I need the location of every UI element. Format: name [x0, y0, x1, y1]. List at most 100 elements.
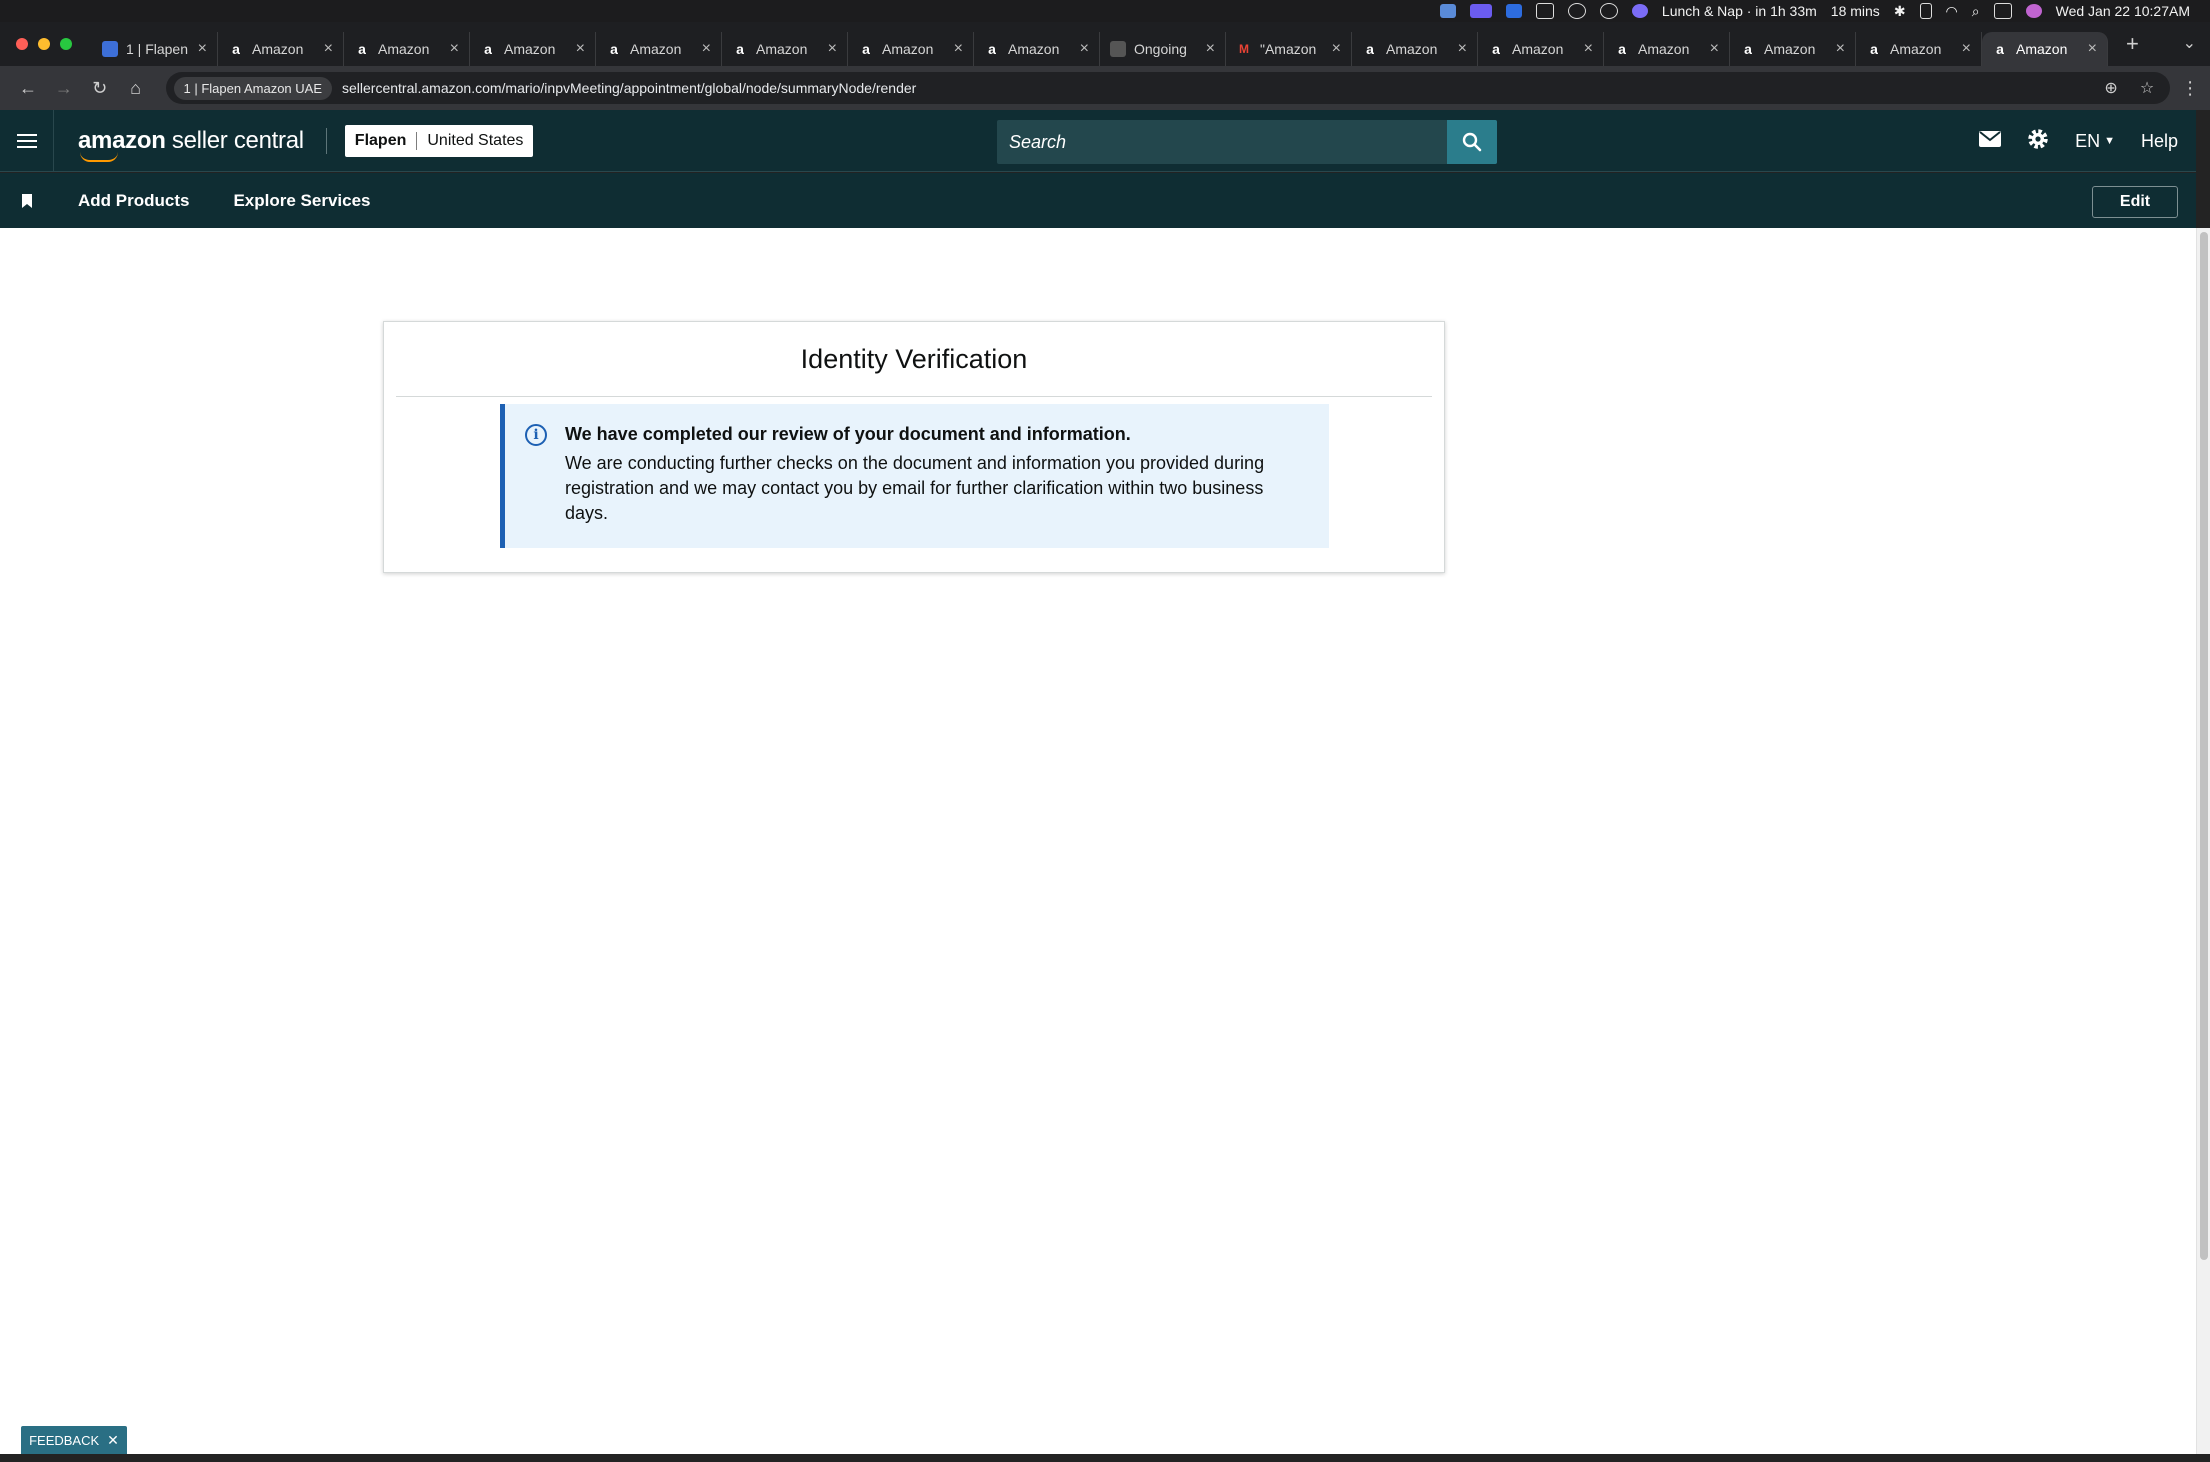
wifi-icon[interactable]: ◠: [1946, 3, 1958, 20]
notch-app-icon[interactable]: [1631, 4, 1648, 18]
close-tab-icon[interactable]: ×: [2088, 40, 2097, 58]
battery-icon[interactable]: [1919, 3, 1932, 19]
scrollbar-thumb[interactable]: [2200, 232, 2208, 1260]
zoom-magnifier-icon[interactable]: ⊕: [2104, 78, 2117, 98]
page-scrollbar[interactable]: [2196, 228, 2210, 1454]
search-button[interactable]: [1447, 120, 1497, 164]
calendar-event[interactable]: Lunch & Nap · in 1h 33m: [1662, 3, 1817, 19]
tab-search-chevron-icon[interactable]: ⌄: [2183, 33, 2196, 53]
browser-tab-strip: 1 | Flapen × a Amazon × a Amazon × a Amazon × a Amaz…: [0, 22, 2210, 66]
tab-title: Amazon: [630, 41, 682, 57]
forward-arrow-icon[interactable]: →: [46, 78, 82, 99]
language-selector[interactable]: EN ▼: [2075, 131, 2115, 152]
mail-icon: [1979, 130, 2002, 147]
maximize-window-button[interactable]: [60, 38, 72, 50]
search-box[interactable]: Search: [997, 120, 1497, 164]
close-tab-icon[interactable]: ×: [1836, 40, 1845, 58]
browser-tab[interactable]: a Amazon ×: [722, 32, 848, 66]
browser-toolbar: ← → ↻ ⌂ 1 | Flapen Amazon UAE sellercent…: [0, 66, 2210, 110]
subnav-explore-services[interactable]: Explore Services: [233, 191, 370, 211]
browser-menu-icon[interactable]: ⋮: [2170, 78, 2210, 99]
browser-tab[interactable]: a Amazon ×: [1478, 32, 1604, 66]
close-window-button[interactable]: [16, 38, 28, 50]
browser-tab[interactable]: a Amazon ×: [1982, 32, 2108, 66]
reload-icon[interactable]: ↻: [82, 78, 118, 99]
menu-bar-clock[interactable]: Wed Jan 22 10:27AM: [2056, 3, 2190, 19]
control-center-icon[interactable]: [1993, 3, 2012, 19]
amazon-smile-icon: [80, 152, 118, 162]
browser-tab[interactable]: a Amazon ×: [1352, 32, 1478, 66]
page-content: Identity Verification i We have complete…: [0, 228, 2196, 1454]
close-tab-icon[interactable]: ×: [954, 40, 963, 58]
close-tab-icon[interactable]: ×: [1080, 40, 1089, 58]
vpn-icon[interactable]: [1567, 3, 1586, 19]
browser-tab[interactable]: Ongoing ×: [1100, 32, 1226, 66]
address-bar[interactable]: 1 | Flapen Amazon UAE sellercentral.amaz…: [165, 72, 2171, 104]
amazon-a-icon: a: [232, 41, 240, 57]
browser-tab[interactable]: a Amazon ×: [1730, 32, 1856, 66]
close-tab-icon[interactable]: ×: [1332, 40, 1341, 58]
megaphone-icon[interactable]: [1535, 3, 1554, 19]
browser-tab[interactable]: a Amazon ×: [470, 32, 596, 66]
browser-tab[interactable]: a Amazon ×: [1856, 32, 1982, 66]
bookmark-star-icon[interactable]: ☆: [2140, 78, 2154, 98]
browser-tab[interactable]: a Amazon ×: [344, 32, 470, 66]
close-tab-icon[interactable]: ×: [1458, 40, 1467, 58]
browser-tab[interactable]: M "Amazon ×: [1226, 32, 1352, 66]
close-tab-icon[interactable]: ×: [1206, 40, 1215, 58]
merchant-name: Flapen: [345, 131, 418, 150]
account-switcher[interactable]: Flapen United States: [344, 124, 534, 157]
new-tab-button[interactable]: +: [2126, 31, 2139, 57]
seller-central-logo[interactable]: amazon seller central: [78, 126, 304, 162]
browser-tab[interactable]: 1 | Flapen ×: [92, 32, 218, 66]
back-arrow-icon[interactable]: ←: [10, 78, 46, 99]
settings-button[interactable]: [2027, 128, 2049, 155]
close-tab-icon[interactable]: ×: [450, 40, 459, 58]
feedback-button[interactable]: FEEDBACK ✕: [21, 1426, 127, 1454]
app-status-icon[interactable]: [1439, 4, 1456, 18]
close-tab-icon[interactable]: ×: [828, 40, 837, 58]
close-tab-icon[interactable]: ×: [1710, 40, 1719, 58]
close-tab-icon[interactable]: ×: [198, 40, 207, 58]
timer-status[interactable]: 18 mins: [1831, 3, 1880, 19]
help-link[interactable]: Help: [2141, 131, 2178, 152]
close-tab-icon[interactable]: ×: [1584, 40, 1593, 58]
bluetooth-icon[interactable]: ✱: [1894, 3, 1906, 20]
marketplace-name: United States: [427, 131, 524, 149]
amazon-a-icon: a: [1618, 41, 1626, 57]
home-icon[interactable]: ⌂: [118, 78, 154, 99]
browser-tab[interactable]: a Amazon ×: [848, 32, 974, 66]
minimize-window-button[interactable]: [38, 38, 50, 50]
page-title: Identity Verification: [800, 344, 1028, 374]
info-alert: i We have completed our review of your d…: [500, 404, 1329, 548]
edit-bookmarks-button[interactable]: Edit: [2092, 186, 2178, 218]
logo-amazon-text: amazon: [78, 126, 166, 154]
close-tab-icon[interactable]: ×: [1962, 40, 1971, 58]
close-tab-icon[interactable]: ×: [576, 40, 585, 58]
search-icon: [1462, 132, 1482, 152]
browser-tab[interactable]: a Amazon ×: [218, 32, 344, 66]
close-tab-icon[interactable]: ×: [324, 40, 333, 58]
tab-list: 1 | Flapen × a Amazon × a Amazon × a Amazon × a Amaz…: [92, 22, 2108, 66]
search-input[interactable]: Search: [997, 120, 1447, 164]
zoom-icon[interactable]: [1505, 4, 1522, 18]
close-tab-icon[interactable]: ×: [702, 40, 711, 58]
hamburger-menu-icon[interactable]: [0, 109, 54, 172]
spotlight-search-icon[interactable]: ⌕: [1972, 3, 1980, 20]
tab-title: Amazon: [1890, 41, 1942, 57]
bookmark-button[interactable]: [0, 193, 54, 208]
browser-tab[interactable]: a Amazon ×: [1604, 32, 1730, 66]
amazon-a-icon: a: [736, 41, 744, 57]
site-info-chip[interactable]: 1 | Flapen Amazon UAE: [173, 76, 333, 100]
browser-tab[interactable]: a Amazon ×: [974, 32, 1100, 66]
close-icon[interactable]: ✕: [107, 1432, 119, 1449]
messages-button[interactable]: [1979, 130, 2002, 152]
flower-icon[interactable]: [1599, 3, 1618, 19]
tab-title: Amazon: [504, 41, 556, 57]
browser-tab[interactable]: a Amazon ×: [596, 32, 722, 66]
url-text[interactable]: sellercentral.amazon.com/mario/inpvMeeti…: [342, 80, 2094, 96]
macos-menu-bar: Lunch & Nap · in 1h 33m 18 mins ✱ ◠ ⌕ We…: [0, 0, 2210, 22]
subnav-add-products[interactable]: Add Products: [78, 191, 189, 211]
screen-share-icon[interactable]: [1469, 4, 1492, 18]
siri-icon[interactable]: [2025, 4, 2042, 18]
